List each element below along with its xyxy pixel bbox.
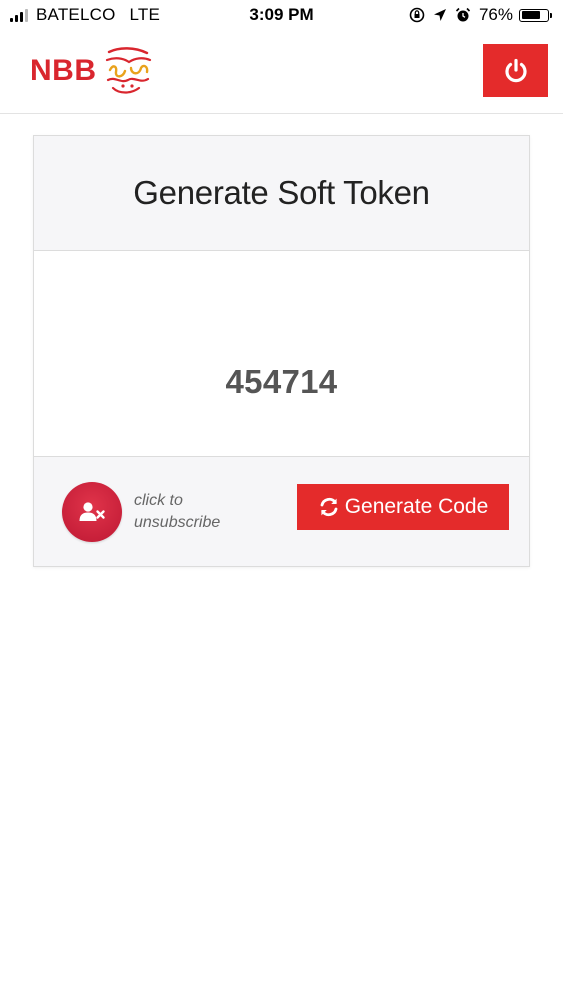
unsubscribe-hint: click to unsubscribe [134,492,221,531]
logo-text: NBB [30,54,97,87]
generate-code-button[interactable]: Generate Code [297,484,509,530]
unsubscribe-button[interactable] [62,482,122,542]
nbb-logo: NBB [30,42,155,100]
user-remove-icon [79,502,105,521]
screen: BATELCO LTE 3:09 PM 76% NBB Generate Sof… [0,0,563,1000]
soft-token-card: Generate Soft Token 454714 click to unsu… [33,135,530,567]
orientation-lock-icon [409,7,425,23]
status-bar: BATELCO LTE 3:09 PM 76% [0,0,563,32]
card-footer: click to unsubscribe Generate Code [34,457,529,566]
app-header: NBB [0,32,563,114]
generate-code-label: Generate Code [344,495,489,518]
battery-level-fill [521,11,540,19]
alarm-icon [455,7,471,22]
card-header: Generate Soft Token [34,136,529,251]
token-code: 454714 [225,362,338,400]
logout-power-button[interactable] [483,44,548,97]
location-arrow-icon [433,9,446,21]
status-bar-right: 76% [409,5,552,25]
refresh-icon [320,497,338,517]
battery-percent: 76% [478,5,513,24]
card-title: Generate Soft Token [133,174,430,211]
card-body: 454714 [34,251,529,457]
logo-calligraphy-icon [105,47,151,94]
battery-icon [519,8,552,22]
power-icon [504,58,527,82]
